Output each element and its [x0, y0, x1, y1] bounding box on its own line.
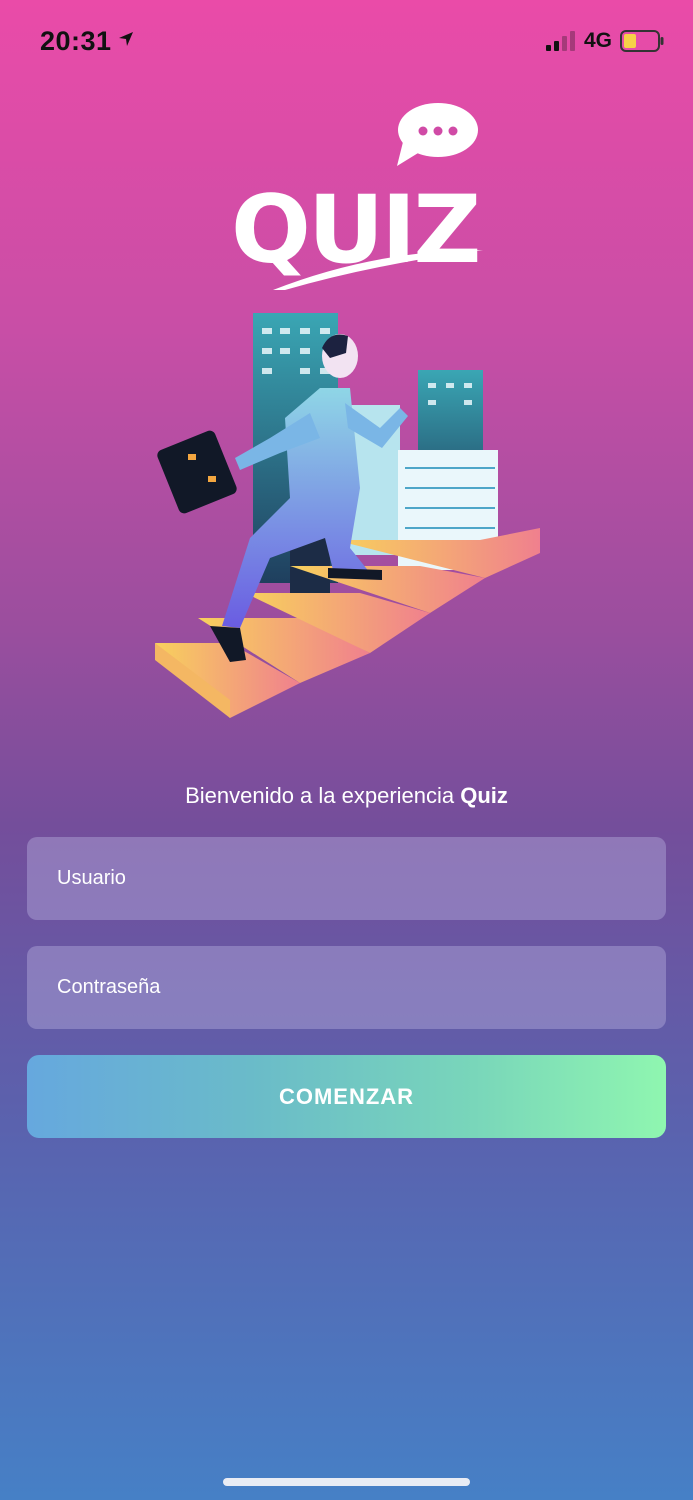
- status-bar: 20:31 4G: [0, 0, 693, 80]
- battery-low-icon: [620, 30, 664, 52]
- cellular-signal-icon: [546, 31, 575, 51]
- welcome-brand: Quiz: [460, 783, 508, 808]
- briefcase-icon: [157, 430, 237, 514]
- network-type: 4G: [584, 29, 613, 52]
- username-input[interactable]: [27, 837, 666, 920]
- password-field[interactable]: [27, 946, 666, 1029]
- welcome-prefix: Bienvenido a la experiencia: [185, 783, 461, 808]
- welcome-message: Bienvenido a la experiencia Quiz: [0, 783, 693, 809]
- speech-bubble-icon: [397, 103, 478, 166]
- start-button[interactable]: COMENZAR: [27, 1055, 666, 1138]
- quiz-logo: QUIZ: [231, 103, 483, 290]
- username-field[interactable]: [27, 837, 666, 920]
- businessman-climbing-stairs-illustration: [155, 313, 540, 718]
- location-arrow-icon: [119, 32, 133, 46]
- home-indicator[interactable]: [223, 1478, 470, 1486]
- password-input[interactable]: [27, 946, 666, 1029]
- status-time: 20:31: [40, 26, 112, 56]
